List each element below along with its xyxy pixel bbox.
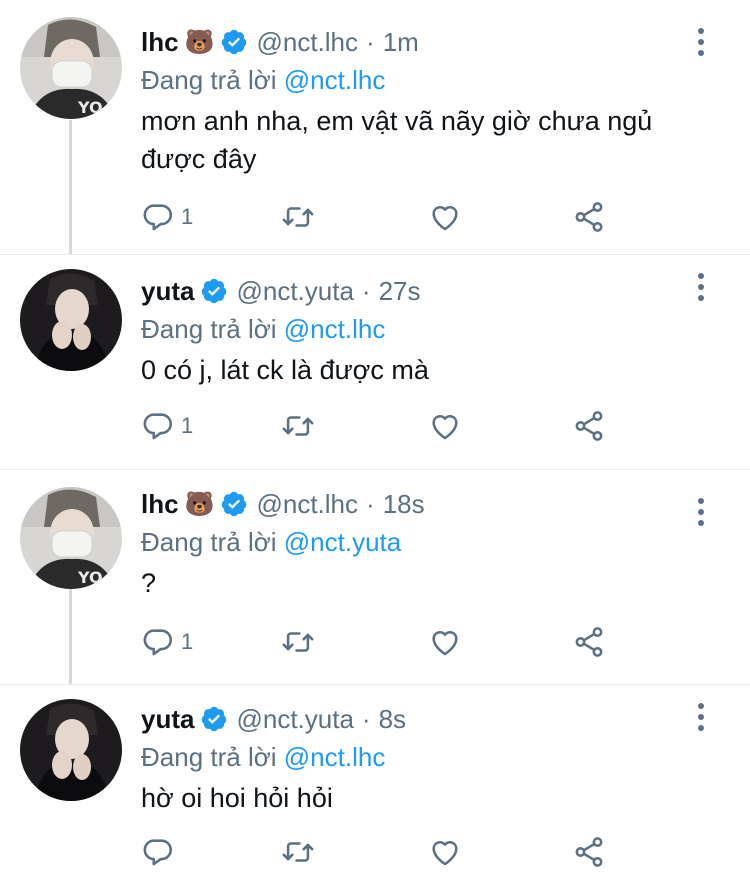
tweet[interactable]: YO lhc 🐻 @nct.lhc · 18s Đang trả lời @nc…	[0, 470, 750, 685]
separator-dot: ·	[361, 703, 371, 734]
svg-text:YO: YO	[77, 98, 103, 117]
timestamp[interactable]: 27s	[379, 276, 421, 307]
user-handle[interactable]: @nct.yuta	[236, 704, 353, 735]
share-button[interactable]	[572, 197, 606, 237]
bear-emoji: 🐻	[184, 28, 215, 56]
display-name[interactable]: lhc	[141, 27, 179, 58]
share-button[interactable]	[572, 622, 606, 662]
replying-to: Đang trả lời @nct.lhc	[141, 309, 690, 349]
mention-link[interactable]: @nct.lhc	[284, 65, 386, 95]
reply-button[interactable]: 1	[141, 197, 193, 237]
reply-icon	[143, 839, 173, 866]
mention-link[interactable]: @nct.lhc	[284, 314, 386, 344]
retweet-icon	[282, 207, 314, 227]
separator-dot: ·	[366, 488, 375, 519]
heart-icon	[432, 205, 458, 231]
tweet-text: ?	[141, 568, 157, 598]
tweet-actions: 1	[141, 622, 611, 662]
replying-to-prefix: Đang trả lời	[141, 65, 284, 95]
bear-emoji: 🐻	[184, 490, 215, 518]
retweet-button[interactable]	[281, 832, 315, 872]
timestamp[interactable]: 8s	[379, 704, 406, 735]
heart-icon	[432, 630, 458, 656]
tweet-text: 0 có j, lát ck là được mà	[141, 355, 429, 385]
more-vertical-icon[interactable]	[696, 28, 706, 56]
timestamp[interactable]: 18s	[383, 489, 425, 520]
separator-dot: ·	[361, 275, 371, 306]
tweet-actions: 1	[141, 197, 611, 237]
verified-badge-icon	[222, 29, 247, 55]
share-icon	[575, 202, 603, 232]
retweet-button[interactable]	[281, 406, 315, 446]
display-name[interactable]: lhc	[141, 489, 179, 520]
thread-connector-line	[69, 120, 72, 255]
replying-to-prefix: Đang trả lời	[141, 742, 284, 772]
replying-to: Đang trả lời @nct.lhc	[141, 60, 690, 100]
tweet-actions: 1	[141, 406, 611, 446]
tweet-actions	[141, 832, 611, 872]
share-icon	[575, 837, 603, 867]
svg-text:YO: YO	[77, 568, 103, 587]
retweet-button[interactable]	[281, 622, 315, 662]
tweet-text: hờ oi hoi hỏi hỏi	[141, 783, 333, 813]
avatar[interactable]	[20, 269, 122, 371]
heart-icon	[432, 414, 458, 440]
tweet[interactable]: yuta @nct.yuta · 27s Đang trả lời @nct.l…	[0, 255, 750, 470]
share-button[interactable]	[572, 832, 606, 872]
share-icon	[575, 627, 603, 657]
verified-badge-icon	[222, 491, 247, 517]
user-handle[interactable]: @nct.lhc	[256, 27, 358, 58]
reply-button[interactable]: 1	[141, 406, 193, 446]
separator-dot: ·	[366, 26, 375, 57]
reply-count: 1	[181, 413, 194, 438]
reply-icon	[143, 413, 173, 440]
user-handle[interactable]: @nct.lhc	[256, 489, 358, 520]
like-button[interactable]	[428, 197, 462, 237]
tweet-text: mơn anh nha, em vật vã nãy giờ chưa ngủ …	[141, 106, 653, 174]
tweet-header: lhc 🐻 @nct.lhc · 18s	[141, 486, 690, 522]
display-name[interactable]: yuta	[141, 704, 194, 735]
retweet-button[interactable]	[281, 197, 315, 237]
tweet-header: lhc 🐻 @nct.lhc · 1m	[141, 24, 690, 60]
tweet-header: yuta @nct.yuta · 27s	[141, 273, 690, 309]
avatar[interactable]	[20, 699, 122, 801]
mention-link[interactable]: @nct.yuta	[284, 527, 401, 557]
reply-thread: YO lhc 🐻 @nct.lhc · 1m Đang trả lời @nct…	[0, 0, 750, 881]
like-button[interactable]	[428, 406, 462, 446]
reply-icon	[143, 204, 173, 231]
more-vertical-icon[interactable]	[696, 498, 706, 526]
reply-button[interactable]: 1	[141, 622, 193, 662]
retweet-icon	[282, 416, 314, 436]
heart-icon	[432, 840, 458, 866]
tweet-header: yuta @nct.yuta · 8s	[141, 701, 690, 737]
mention-link[interactable]: @nct.lhc	[284, 742, 386, 772]
like-button[interactable]	[428, 832, 462, 872]
tweet[interactable]: YO lhc 🐻 @nct.lhc · 1m Đang trả lời @nct…	[0, 0, 750, 255]
share-button[interactable]	[572, 406, 606, 446]
like-button[interactable]	[428, 622, 462, 662]
replying-to-prefix: Đang trả lời	[141, 527, 284, 557]
timestamp[interactable]: 1m	[383, 27, 419, 58]
reply-icon	[143, 629, 173, 656]
retweet-icon	[282, 842, 314, 862]
tweet[interactable]: yuta @nct.yuta · 8s Đang trả lời @nct.lh…	[0, 685, 750, 881]
replying-to: Đang trả lời @nct.lhc	[141, 737, 690, 777]
display-name[interactable]: yuta	[141, 276, 194, 307]
share-icon	[575, 411, 603, 441]
verified-badge-icon	[202, 706, 227, 732]
reply-count: 1	[181, 204, 194, 229]
replying-to-prefix: Đang trả lời	[141, 314, 284, 344]
replying-to: Đang trả lời @nct.yuta	[141, 522, 690, 562]
user-handle[interactable]: @nct.yuta	[236, 276, 353, 307]
retweet-icon	[282, 632, 314, 652]
more-vertical-icon[interactable]	[696, 273, 706, 301]
more-vertical-icon[interactable]	[696, 703, 706, 731]
reply-count: 1	[181, 629, 194, 654]
verified-badge-icon	[202, 278, 227, 304]
avatar[interactable]: YO	[20, 487, 122, 589]
thread-connector-line	[69, 580, 72, 685]
avatar[interactable]: YO	[20, 17, 122, 119]
reply-button[interactable]	[141, 832, 181, 872]
